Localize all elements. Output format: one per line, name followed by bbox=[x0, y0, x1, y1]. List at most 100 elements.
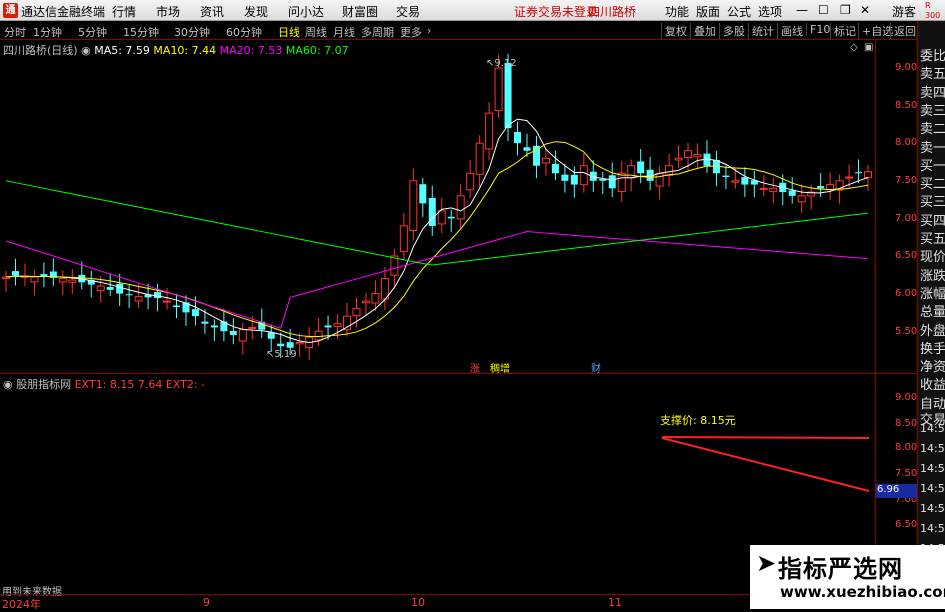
candle-body bbox=[617, 172, 626, 192]
watermark-url: www.xuezhibiao.com bbox=[780, 583, 945, 601]
trade-time: 14:56 bbox=[920, 422, 945, 435]
user-label[interactable]: 游客 bbox=[892, 3, 916, 20]
period-monthly[interactable]: 月线 bbox=[333, 24, 355, 40]
menu-gongshi[interactable]: 公式 bbox=[727, 3, 751, 20]
candle-body bbox=[267, 332, 275, 339]
candle-body bbox=[333, 323, 342, 327]
sub-tick: 8.50 bbox=[895, 418, 918, 429]
price-tick: 6.50 bbox=[895, 250, 918, 261]
candle-body bbox=[456, 195, 465, 220]
candle-body bbox=[797, 195, 806, 203]
ma5-line bbox=[5, 118, 869, 343]
watermark-brand: 指标严选网 bbox=[778, 555, 903, 583]
app-logo-icon: 通 bbox=[3, 3, 18, 18]
ma10-label: MA10: 7.44 bbox=[153, 44, 217, 57]
quote-side-panel: 委比 卖五 卖四 卖三 卖二 卖一 买一 买二 买三 买四 买五 现价 涨跌 涨幅 总量 外盘 换手 净资 收益 自动… bbox=[917, 21, 945, 609]
menu-banmian[interactable]: 版面 bbox=[696, 3, 720, 20]
candle-body bbox=[817, 186, 825, 189]
tool-huaxian[interactable]: 画线 bbox=[777, 23, 806, 39]
panel-label: 换手 bbox=[920, 341, 945, 357]
menu-caifuquan[interactable]: 财富圈 bbox=[342, 3, 378, 20]
candle-body bbox=[864, 171, 872, 178]
menu-faxian[interactable]: 发现 bbox=[244, 3, 268, 20]
close-icon[interactable]: ✕ bbox=[860, 3, 870, 17]
chevron-right-icon[interactable]: › bbox=[427, 24, 431, 37]
candle-body bbox=[855, 172, 863, 174]
date-tick: 2024年 bbox=[2, 598, 41, 611]
menu-shichang[interactable]: 市场 bbox=[156, 3, 180, 20]
candle-body bbox=[655, 172, 664, 187]
ma10-line bbox=[5, 141, 869, 338]
minimize-icon[interactable]: — bbox=[796, 3, 808, 17]
kline-chart[interactable] bbox=[0, 40, 917, 374]
panel-label: 净资 bbox=[920, 360, 945, 376]
period-60min[interactable]: 60分钟 bbox=[226, 24, 262, 40]
candle-body bbox=[494, 67, 503, 112]
menu-hangqing[interactable]: 行情 bbox=[112, 3, 136, 20]
candle-body bbox=[627, 165, 636, 179]
tool-diejia[interactable]: 叠加 bbox=[690, 23, 719, 39]
candle-body bbox=[106, 286, 114, 290]
watermark-logo: ➤ 指标严选网 www.xuezhibiao.com bbox=[750, 545, 945, 609]
price-tick: 6.00 bbox=[895, 288, 918, 299]
tool-tongji[interactable]: 统计 bbox=[748, 23, 777, 39]
panel-label: 买五 bbox=[920, 232, 945, 247]
panel-label: 卖二 bbox=[920, 122, 945, 138]
period-more[interactable]: 更多 bbox=[400, 24, 422, 40]
panel-label: 买二 bbox=[920, 177, 945, 193]
trade-time: 14:56 bbox=[920, 522, 945, 535]
candle-body bbox=[466, 172, 475, 191]
settings-circle-icon[interactable]: ◉ bbox=[81, 44, 94, 57]
sub-tick: 8.00 bbox=[895, 442, 918, 453]
period-daily[interactable]: 日线 bbox=[278, 24, 300, 40]
panel-label: 现价 bbox=[920, 250, 945, 266]
corner-badge: R 300 bbox=[925, 1, 941, 20]
tool-duogu[interactable]: 多股 bbox=[719, 23, 748, 39]
period-5min[interactable]: 5分钟 bbox=[78, 24, 107, 40]
menu-jiaoyi[interactable]: 交易 bbox=[396, 3, 420, 20]
high-price-value: 9.12 bbox=[494, 58, 517, 69]
candle-body bbox=[504, 62, 512, 129]
menu-wenxiaoda[interactable]: 问小达 bbox=[288, 3, 324, 20]
tool-fanhui[interactable]: 返回 bbox=[890, 23, 919, 39]
restore-icon[interactable]: ❐ bbox=[840, 3, 851, 17]
support-line bbox=[661, 436, 870, 439]
candle-body bbox=[210, 325, 218, 328]
candle-body bbox=[286, 342, 294, 348]
menu-xuanxiang[interactable]: 选项 bbox=[758, 3, 782, 20]
main-legend: 四川路桥(日线) ◉ MA5: 7.59 MA10: 7.44 MA20: 7.… bbox=[3, 42, 349, 58]
price-tick: 9.00 bbox=[895, 62, 918, 73]
candle-body bbox=[201, 321, 209, 324]
candle-body bbox=[229, 330, 237, 335]
period-1min[interactable]: 1分钟 bbox=[33, 24, 62, 40]
candle-body bbox=[523, 147, 531, 151]
maximize-icon[interactable]: ☐ bbox=[818, 3, 829, 17]
date-tick: 9 bbox=[203, 596, 210, 609]
candle-body bbox=[788, 190, 796, 196]
period-multi[interactable]: 多周期 bbox=[361, 24, 394, 40]
candle-body bbox=[134, 296, 143, 302]
expand-icon[interactable]: ▣ bbox=[864, 42, 873, 53]
high-price-marker: ↖9.12 bbox=[486, 58, 517, 69]
period-fenshi[interactable]: 分时 bbox=[4, 24, 26, 40]
candle-body bbox=[437, 210, 446, 225]
period-weekly[interactable]: 周线 bbox=[305, 24, 327, 40]
tool-biaoji[interactable]: 标记 bbox=[830, 23, 859, 39]
panel-label: 委比 bbox=[920, 49, 945, 64]
candle-body bbox=[154, 292, 162, 299]
menu-gongneng[interactable]: 功能 bbox=[665, 3, 689, 20]
period-30min[interactable]: 30分钟 bbox=[174, 24, 210, 40]
support-price-label: 支撑价: 8.15元 bbox=[660, 414, 736, 427]
diamond-icon[interactable]: ◇ bbox=[850, 42, 858, 53]
candle-body bbox=[248, 326, 257, 329]
candle-body bbox=[541, 157, 550, 164]
candle-body bbox=[419, 184, 427, 204]
low-price-marker: ↖5.19 bbox=[266, 349, 297, 360]
login-notice[interactable]: 证券交易未登录 bbox=[514, 3, 598, 20]
menu-zixun[interactable]: 资讯 bbox=[200, 3, 224, 20]
candle-body bbox=[561, 174, 569, 181]
period-15min[interactable]: 15分钟 bbox=[123, 24, 159, 40]
candle-body bbox=[570, 174, 578, 185]
candle-body bbox=[637, 161, 645, 174]
tool-fuquan[interactable]: 复权 bbox=[661, 23, 690, 39]
